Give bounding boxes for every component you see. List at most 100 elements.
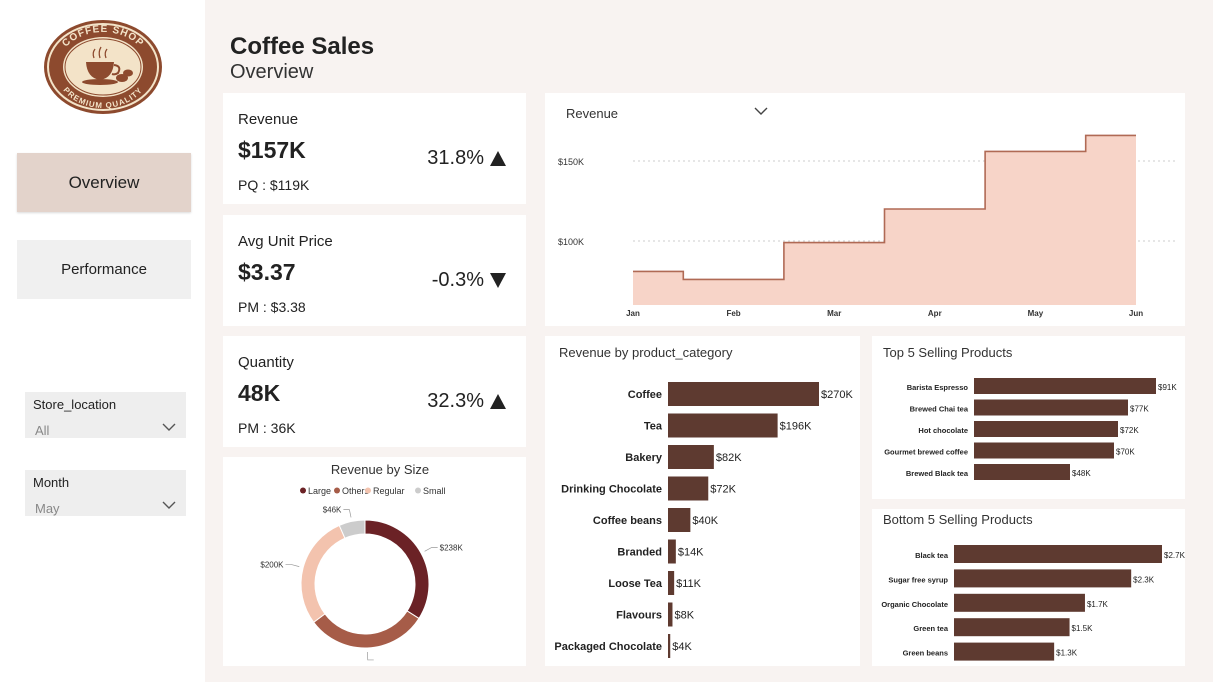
data-label: $72K	[710, 484, 736, 496]
data-label: $4K	[672, 641, 692, 653]
category-label: Brewed Chai tea	[910, 405, 969, 414]
category-label: Drinking Chocolate	[561, 484, 662, 496]
revenue-by-size-card[interactable]: Revenue by Size Large Others Regular Small $2…	[223, 457, 526, 675]
kpi-title: Avg Unit Price	[238, 233, 333, 250]
category-label: Hot chocolate	[918, 426, 968, 435]
bar	[974, 421, 1118, 437]
chart-title: Top 5 Selling Products	[883, 345, 1013, 360]
top5-products-chart: Top 5 Selling Products Barista Espresso $9…	[883, 345, 1177, 480]
data-label: $2.7K	[1164, 551, 1185, 560]
data-label: $91K	[1158, 383, 1177, 392]
x-tick-label: May	[1028, 309, 1044, 318]
kpi-change: 32.3%	[427, 390, 506, 413]
nav-overview-button[interactable]: Overview	[17, 153, 191, 212]
legend-marker	[300, 487, 306, 494]
bottom5-products-card[interactable]: Bottom 5 Selling Products Black tea $2.7K S…	[872, 509, 1186, 666]
legend-marker	[334, 487, 340, 494]
top5-products-card[interactable]: Top 5 Selling Products Barista Espresso $9…	[872, 336, 1185, 499]
data-label: $46K	[323, 506, 342, 515]
data-label: $238K	[440, 543, 464, 552]
category-label: Sugar free syrup	[888, 575, 948, 584]
kpi-title: Revenue	[238, 111, 299, 128]
leader-line	[424, 547, 438, 552]
chevron-down-icon[interactable]	[162, 422, 176, 432]
leader-line	[285, 564, 300, 567]
bar	[974, 399, 1128, 416]
bar	[954, 618, 1070, 637]
chevron-down-icon[interactable]	[162, 500, 176, 510]
data-label: $14K	[678, 547, 704, 559]
sidebar: COFFEE SHOP PREMIUM QUALITY Overview Per…	[0, 0, 205, 682]
bar	[954, 569, 1132, 588]
page-title: Coffee Sales	[230, 33, 375, 60]
kpi-title: Quantity	[238, 354, 294, 371]
leader-line	[343, 509, 352, 518]
bar	[668, 508, 691, 532]
nav-performance-button[interactable]: Performance	[17, 240, 191, 299]
donut-slice	[300, 524, 346, 623]
revenue-trend-card[interactable]: Revenue $100K $150K Jan Feb Mar Apr May Jun	[545, 93, 1185, 326]
x-tick-label: Feb	[726, 309, 740, 318]
donut-slice	[364, 519, 430, 620]
kpi-change: 31.8%	[427, 147, 506, 170]
kpi-previous: PM : 36K	[238, 420, 296, 436]
category-label: Coffee beans	[593, 515, 662, 527]
y-tick-label: $100K	[558, 237, 584, 247]
data-label: $11K	[676, 578, 702, 590]
store-location-value: All	[35, 423, 50, 438]
x-tick-label: Jan	[626, 309, 640, 318]
data-label: $40K	[692, 515, 718, 527]
category-label: Black tea	[915, 551, 949, 560]
donut-slice	[312, 610, 420, 649]
data-label: $270K	[821, 389, 853, 401]
kpi-previous: PM : $3.38	[238, 299, 306, 315]
data-label: $48K	[1072, 469, 1091, 478]
data-label: $77K	[1130, 405, 1149, 414]
data-label: $200K	[260, 561, 284, 570]
data-label: $70K	[1116, 448, 1135, 457]
revenue-by-category-chart: Revenue by product_category Coffee $270K Te…	[554, 345, 853, 658]
x-tick-label: Apr	[928, 309, 942, 318]
legend-marker	[365, 487, 371, 494]
page-subtitle: Overview	[230, 61, 314, 83]
category-label: Green tea	[913, 624, 948, 633]
data-label: $1.3K	[1056, 649, 1078, 658]
bar	[668, 445, 714, 469]
kpi-value: $157K	[238, 137, 306, 163]
store-location-slicer[interactable]: Store_location All	[25, 392, 186, 438]
bar	[974, 378, 1156, 394]
bar	[668, 539, 676, 564]
data-label: $196K	[780, 421, 812, 433]
revenue-trend-chart: Revenue $100K $150K Jan Feb Mar Apr May Jun	[558, 106, 1177, 318]
arrow-up-icon	[490, 394, 506, 409]
month-slicer[interactable]: Month May	[25, 470, 186, 516]
revenue-by-category-card[interactable]: Revenue by product_category Coffee $270K Te…	[545, 336, 860, 666]
data-label: $2.3K	[1133, 575, 1155, 584]
coffee-shop-logo: COFFEE SHOP PREMIUM QUALITY	[44, 20, 162, 114]
category-label: Packaged Chocolate	[554, 641, 662, 653]
kpi-previous: PQ : $119K	[238, 177, 310, 193]
bar	[668, 476, 709, 501]
bar	[668, 602, 673, 627]
kpi-card-revenue[interactable]: Revenue $157K 31.8% PQ : $119K	[223, 93, 526, 204]
category-label: Gourmet brewed coffee	[884, 448, 968, 457]
x-tick-label: Jun	[1129, 309, 1143, 318]
x-tick-label: Mar	[827, 309, 841, 318]
bar	[974, 442, 1114, 459]
category-label: Branded	[617, 547, 662, 559]
month-label: Month	[33, 475, 70, 490]
data-label: $1.7K	[1087, 600, 1109, 609]
kpi-card-avg-unit-price[interactable]: Avg Unit Price $3.37 -0.3% PM : $3.38	[223, 215, 526, 326]
category-label: Tea	[644, 421, 663, 433]
category-label: Green beans	[903, 649, 948, 658]
revenue-by-size-chart: Revenue by SizeLarge Others Regular Small$2…	[260, 462, 464, 675]
kpi-value: $3.37	[238, 259, 296, 285]
category-label: Flavours	[616, 610, 662, 622]
data-label: $82K	[716, 452, 742, 464]
bar	[954, 642, 1055, 661]
chart-title: Bottom 5 Selling Products	[883, 512, 1033, 527]
kpi-card-quantity[interactable]: Quantity 48K 32.3% PM : 36K	[223, 336, 526, 447]
data-label: $72K	[1120, 426, 1139, 435]
category-label: Barista Espresso	[907, 383, 969, 392]
y-tick-label: $150K	[558, 157, 584, 167]
